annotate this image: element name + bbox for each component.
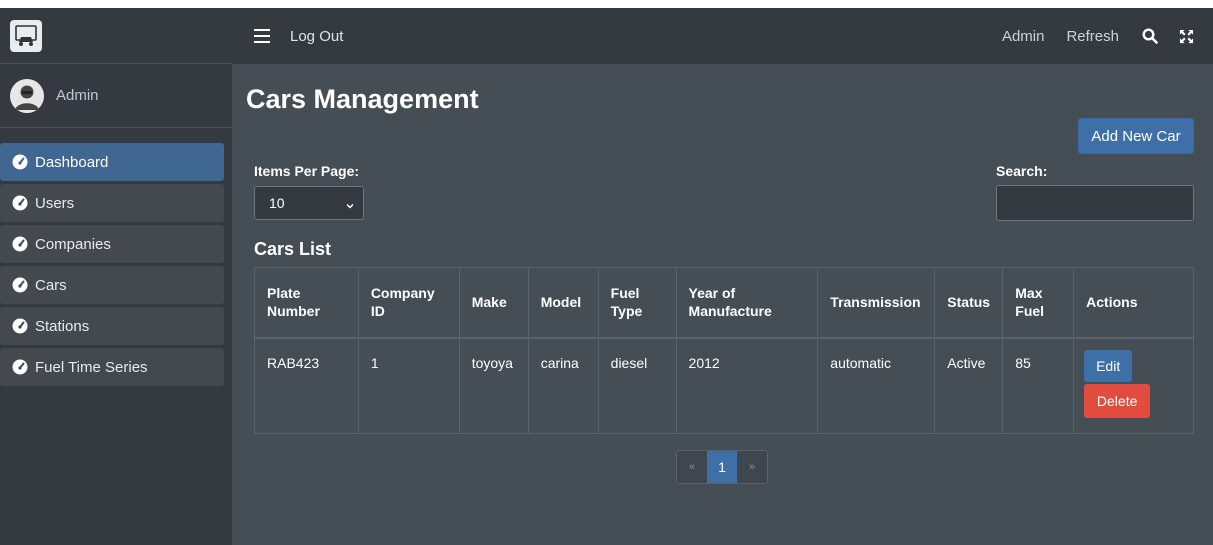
cell-status: Active <box>934 337 1004 434</box>
cars-table: Plate Number Company ID Make Model Fuel … <box>254 267 1194 434</box>
tachometer-icon <box>12 318 28 334</box>
sidebar-item-label: Dashboard <box>35 153 109 171</box>
topbar-right: Admin Refresh <box>1002 8 1213 64</box>
logout-link[interactable]: Log Out <box>290 28 343 45</box>
refresh-link[interactable]: Refresh <box>1066 28 1119 45</box>
tachometer-icon <box>12 236 28 252</box>
table-row: RAB423 1 toyoya carina diesel 2012 autom… <box>254 337 1194 434</box>
delete-button[interactable]: Delete <box>1084 383 1151 418</box>
cell-max-fuel: 85 <box>1002 337 1075 434</box>
pagination: « 1 » <box>676 450 768 484</box>
header-transmission[interactable]: Transmission <box>817 267 936 339</box>
car-icon <box>10 19 42 52</box>
sidebar-item-fuel-time-series[interactable]: Fuel Time Series <box>0 348 224 386</box>
header-status[interactable]: Status <box>934 267 1004 339</box>
header-max-fuel[interactable]: Max Fuel <box>1002 267 1075 339</box>
sidebar-item-label: Stations <box>35 317 90 335</box>
menu-icon[interactable] <box>254 29 270 43</box>
cell-year: 2012 <box>675 337 819 434</box>
app-window: Admin Dashboard Users Companies Cars Sta… <box>0 8 1213 545</box>
cell-actions: Edit Delete <box>1073 337 1194 434</box>
search-input[interactable] <box>996 185 1194 221</box>
search-label: Search: <box>996 163 1048 179</box>
page-title: Cars Management <box>246 84 479 114</box>
header-fuel-type[interactable]: Fuel Type <box>597 267 677 339</box>
items-per-page-select[interactable]: 10 <box>254 186 364 220</box>
items-per-page-value: 10 <box>269 195 285 211</box>
cell-fuel-type: diesel <box>597 337 677 434</box>
tachometer-icon <box>12 154 28 170</box>
sidebar: Admin Dashboard Users Companies Cars Sta… <box>0 8 232 545</box>
cell-transmission: automatic <box>817 337 936 434</box>
sidebar-item-users[interactable]: Users <box>0 184 224 222</box>
header-year-of-manufacture[interactable]: Year of Manufacture <box>675 267 819 339</box>
sidebar-item-label: Companies <box>35 235 111 253</box>
cell-company-id: 1 <box>357 337 460 434</box>
sidebar-item-stations[interactable]: Stations <box>0 307 224 345</box>
main-content: Cars Management Add New Car Items Per Pa… <box>232 64 1213 545</box>
items-per-page-label: Items Per Page: <box>254 163 360 179</box>
header-company-id[interactable]: Company ID <box>357 267 460 339</box>
cell-model: carina <box>527 337 599 434</box>
cars-list-title: Cars List <box>254 239 332 259</box>
expand-icon[interactable] <box>1177 27 1195 45</box>
sidebar-nav: Dashboard Users Companies Cars Stations … <box>0 128 232 386</box>
chevron-down-icon <box>345 198 355 214</box>
sidebar-item-companies[interactable]: Companies <box>0 225 224 263</box>
admin-link[interactable]: Admin <box>1002 28 1045 45</box>
avatar-icon <box>10 78 44 113</box>
cell-make: toyoya <box>458 337 529 434</box>
header-actions: Actions <box>1073 267 1194 339</box>
sidebar-item-cars[interactable]: Cars <box>0 266 224 304</box>
header-plate-number[interactable]: Plate Number <box>254 267 359 339</box>
sidebar-item-label: Cars <box>35 276 67 294</box>
tachometer-icon <box>12 195 28 211</box>
cell-plate-number: RAB423 <box>254 337 359 434</box>
add-new-car-button[interactable]: Add New Car <box>1078 118 1194 154</box>
search-icon[interactable] <box>1141 27 1159 45</box>
sidebar-item-dashboard[interactable]: Dashboard <box>0 143 224 181</box>
pagination-next[interactable]: » <box>737 451 767 483</box>
pagination-page-1[interactable]: 1 <box>707 451 737 483</box>
pagination-prev[interactable]: « <box>677 451 707 483</box>
tachometer-icon <box>12 359 28 375</box>
header-make[interactable]: Make <box>458 267 529 339</box>
sidebar-item-label: Fuel Time Series <box>35 358 148 376</box>
edit-button[interactable]: Edit <box>1084 349 1133 382</box>
user-panel[interactable]: Admin <box>0 64 232 128</box>
header-model[interactable]: Model <box>527 267 599 339</box>
sidebar-item-label: Users <box>35 194 75 212</box>
table-header-row: Plate Number Company ID Make Model Fuel … <box>254 267 1194 339</box>
topbar: Log Out Admin Refresh <box>232 8 1213 64</box>
brand[interactable] <box>0 8 232 64</box>
tachometer-icon <box>12 277 28 293</box>
user-name: Admin <box>56 87 99 104</box>
